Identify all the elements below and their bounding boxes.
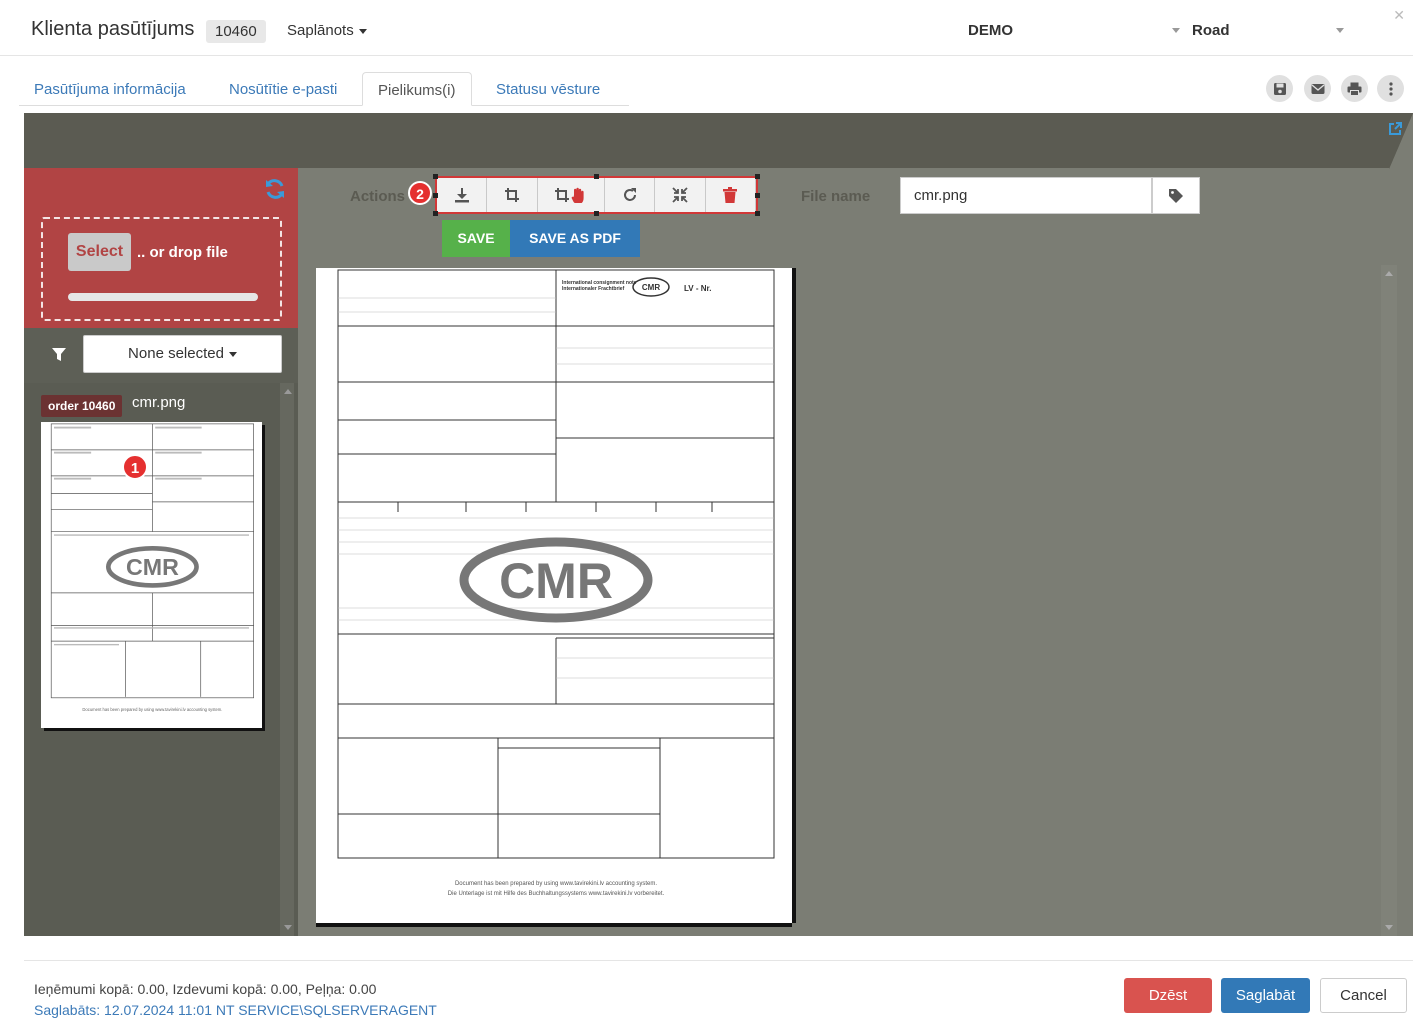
workspace-top-bar	[24, 113, 1413, 168]
delete-image-button[interactable]	[705, 178, 757, 212]
compress-button[interactable]	[655, 178, 706, 212]
annotation-badge-2: 2	[408, 181, 432, 205]
save-icon-button[interactable]	[1266, 75, 1293, 102]
download-icon	[454, 188, 469, 203]
filter-select[interactable]: None selected	[83, 335, 282, 373]
tag-icon	[1169, 188, 1183, 203]
select-file-button[interactable]: Select	[68, 233, 131, 271]
file-name-input[interactable]: cmr.png	[900, 177, 1152, 214]
attachment-list: order 10460 cmr.png CMR Document has bee…	[24, 383, 298, 936]
lv-nr-label: LV - Nr.	[684, 284, 711, 293]
selection-handle	[433, 193, 438, 198]
svg-text:CMR: CMR	[126, 554, 179, 580]
tab-order-info[interactable]: Pasūtījuma informācija	[19, 72, 201, 106]
scroll-up-icon[interactable]	[1385, 271, 1393, 276]
tag-button[interactable]	[1152, 177, 1200, 214]
cmr-thumbnail-image: CMR Document has been prepared by using …	[50, 423, 254, 712]
document-footer-line2: Die Unterlage ist mit Hilfe des Buchhalt…	[448, 891, 665, 897]
save-as-pdf-button[interactable]: SAVE AS PDF	[510, 220, 640, 257]
annotation-badge-1: 1	[122, 454, 148, 480]
modal-header: Klienta pasūtījums 10460 Saplānots DEMO …	[0, 0, 1413, 56]
save-button[interactable]: Saglabāt	[1221, 978, 1310, 1013]
cmr-small-stamp: CMR	[642, 283, 660, 292]
cancel-button[interactable]: Cancel	[1320, 978, 1407, 1013]
attachment-thumbnail[interactable]: CMR Document has been prepared by using …	[41, 422, 262, 728]
status-label: Saplānots	[287, 22, 354, 39]
filter-icon	[52, 348, 66, 361]
chevron-down-icon	[1336, 28, 1344, 33]
upload-area: Select .. or drop file	[24, 168, 298, 328]
save-image-button[interactable]: SAVE	[442, 220, 510, 257]
external-link-icon[interactable]	[1387, 121, 1403, 137]
tab-attachments[interactable]: Pielikums(i)	[362, 72, 472, 106]
caret-down-icon	[228, 351, 237, 357]
document-header-subtitle: Internationaler Frachtbrief	[562, 286, 625, 292]
close-icon[interactable]: ✕	[1393, 7, 1405, 24]
svg-text:Document has been prepared by: Document has been prepared by using www.…	[82, 707, 222, 712]
scroll-up-icon[interactable]	[284, 389, 292, 394]
selection-handle	[433, 174, 438, 179]
more-icon-button[interactable]	[1377, 75, 1404, 102]
selection-handle	[755, 211, 760, 216]
actions-label: Actions	[350, 188, 406, 205]
filter-row: None selected	[24, 328, 298, 383]
company-select-value: DEMO	[968, 22, 1013, 39]
file-name-label: File name	[801, 188, 871, 205]
image-actions-toolbar	[433, 174, 760, 216]
crop-hand-icon	[554, 187, 584, 203]
company-select[interactable]: DEMO	[968, 22, 1180, 39]
attachments-workspace: Select .. or drop file None selected ord…	[24, 113, 1413, 936]
crop-free-button[interactable]	[537, 178, 606, 212]
crop-button[interactable]	[487, 178, 538, 212]
download-button[interactable]	[437, 178, 488, 212]
sidebar-scrollbar[interactable]	[280, 383, 294, 936]
rotate-button[interactable]	[605, 178, 656, 212]
footer-divider	[24, 960, 1413, 961]
drop-zone[interactable]: Select .. or drop file	[41, 217, 282, 321]
caret-down-icon	[358, 28, 367, 34]
rotate-icon	[623, 188, 636, 201]
email-icon-button[interactable]	[1304, 75, 1331, 102]
saved-info-link[interactable]: Saglabāts: 12.07.2024 11:01 NT SERVICE\S…	[34, 1002, 437, 1018]
page-title: Klienta pasūtījums	[31, 18, 195, 40]
attachment-file-name: cmr.png	[132, 394, 186, 411]
selection-handle	[755, 193, 760, 198]
print-icon-button[interactable]	[1341, 75, 1368, 102]
selection-handle	[433, 211, 438, 216]
drop-file-text: .. or drop file	[137, 244, 228, 261]
status-dropdown[interactable]: Saplānots	[287, 22, 367, 39]
upload-progress-bar	[68, 293, 258, 301]
tab-sent-emails[interactable]: Nosūtītie e-pasti	[214, 72, 352, 106]
selection-handle	[755, 174, 760, 179]
scroll-down-icon[interactable]	[284, 925, 292, 930]
cmr-large-stamp: CMR	[499, 553, 613, 609]
selection-handle	[594, 174, 599, 179]
document-preview: CMR International consignment note Inter…	[316, 268, 792, 923]
transport-select[interactable]: Road	[1192, 22, 1344, 39]
compress-icon	[672, 187, 688, 203]
save-icon	[1273, 82, 1286, 95]
selection-handle	[594, 211, 599, 216]
order-number-badge: 10460	[206, 20, 266, 43]
preview-scrollbar[interactable]	[1381, 265, 1397, 936]
more-icon	[1388, 81, 1393, 96]
attachments-sidebar: Select .. or drop file None selected ord…	[24, 168, 298, 936]
refresh-icon[interactable]	[264, 178, 286, 200]
scroll-down-icon[interactable]	[1385, 925, 1393, 930]
crop-icon	[504, 188, 519, 202]
delete-icon	[723, 187, 738, 203]
tab-status-history[interactable]: Statusu vēsture	[481, 72, 615, 106]
chevron-down-icon	[1172, 28, 1180, 33]
document-footer-line1: Document has been prepared by using www.…	[455, 881, 657, 887]
tab-bar: Pasūtījuma informācija Nosūtītie e-pasti…	[19, 72, 629, 106]
filter-select-value: None selected	[128, 345, 224, 362]
print-icon	[1347, 82, 1362, 96]
email-icon	[1311, 83, 1324, 94]
order-tag: order 10460	[41, 395, 123, 417]
cmr-document-image: CMR International consignment note Inter…	[337, 269, 775, 897]
totals-text: Ieņēmumi kopā: 0.00, Izdevumi kopā: 0.00…	[34, 981, 377, 997]
delete-button[interactable]: Dzēst	[1124, 978, 1212, 1013]
transport-select-value: Road	[1192, 22, 1230, 39]
